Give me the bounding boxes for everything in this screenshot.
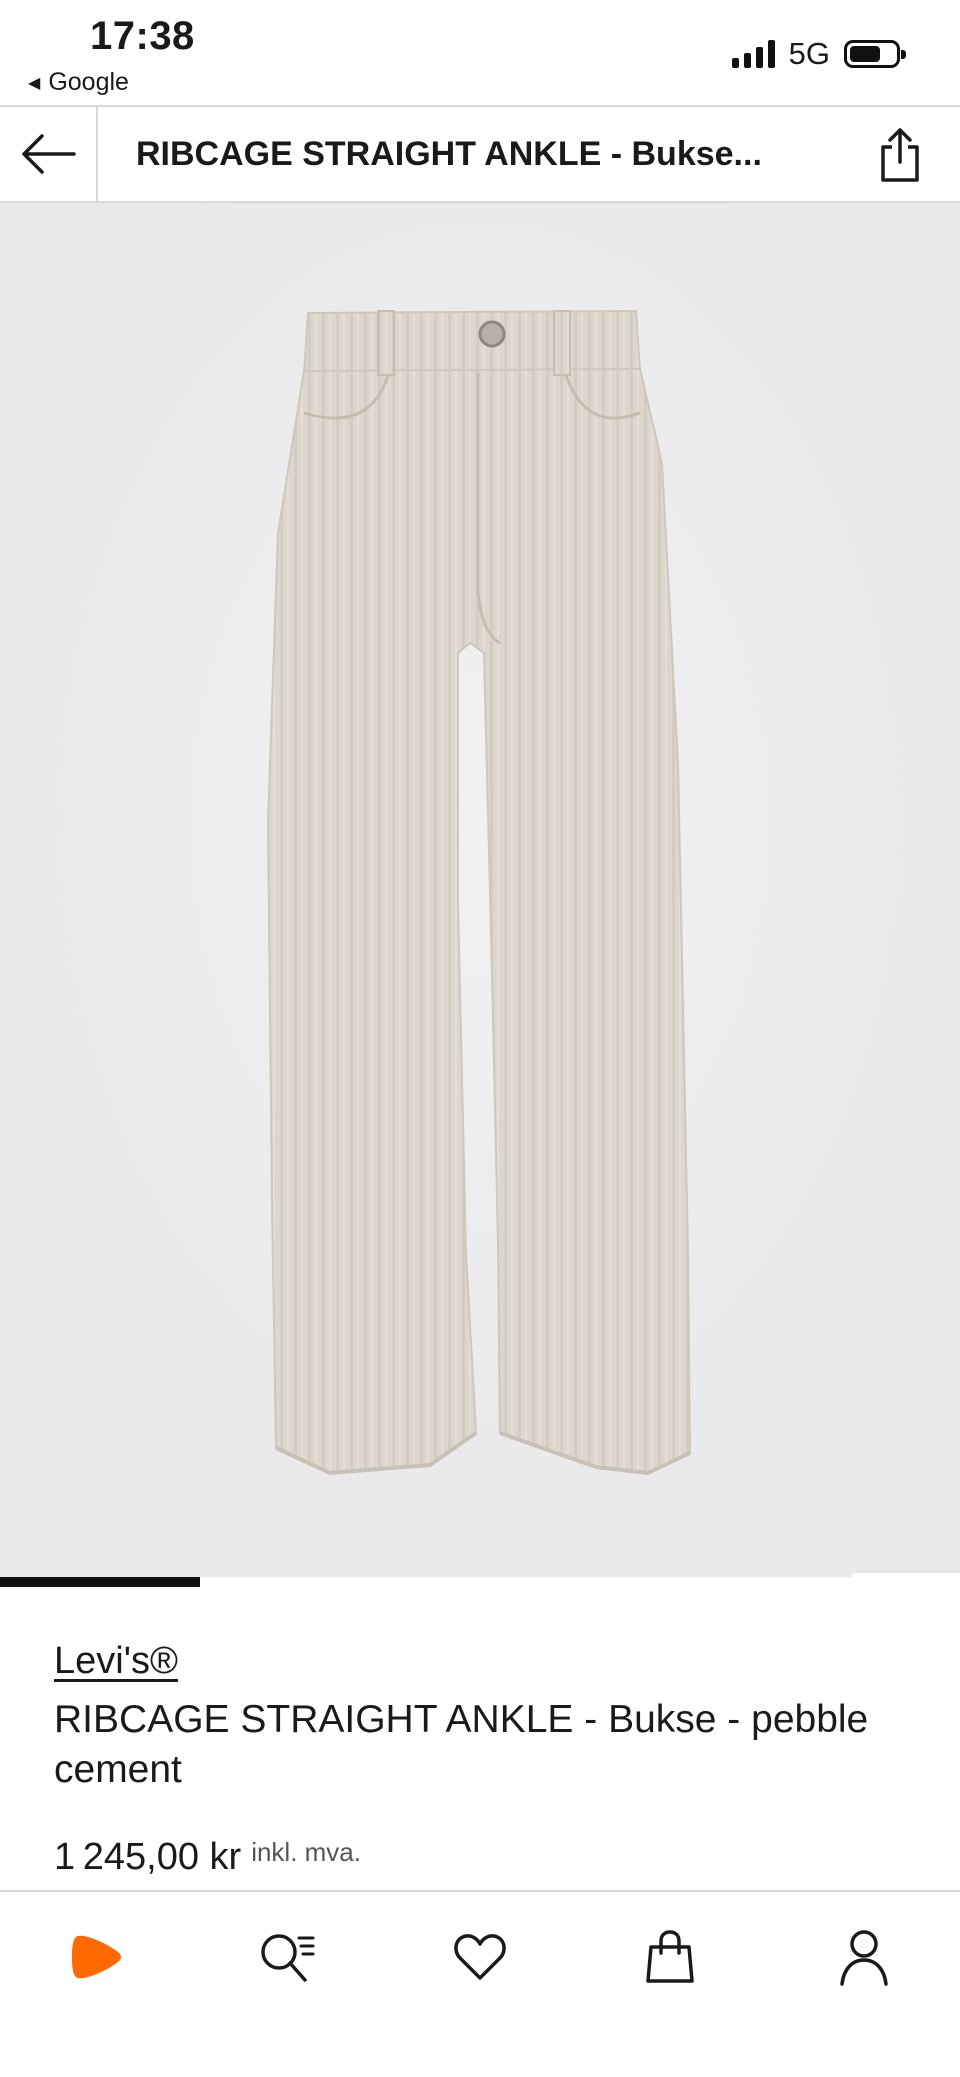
shopping-bag-icon xyxy=(646,1930,694,1983)
back-app-label: Google xyxy=(48,68,129,96)
product-name: RIBCAGE STRAIGHT ANKLE - Bukse - pebble … xyxy=(54,1698,869,1791)
product-image[interactable] xyxy=(0,203,960,1577)
back-button[interactable] xyxy=(0,107,98,201)
bottom-navigation xyxy=(0,1890,960,2077)
network-type: 5G xyxy=(788,36,830,71)
share-icon xyxy=(881,128,919,182)
page-title: RIBCAGE STRAIGHT ANKLE - Bukse... xyxy=(136,135,762,173)
brand-link[interactable]: Levi's® xyxy=(54,1640,178,1683)
status-bar: 17:38 ◀ Google 5G xyxy=(0,0,960,105)
back-triangle-icon: ◀ xyxy=(28,74,41,92)
back-to-app-link[interactable]: ◀ Google xyxy=(28,68,129,97)
heart-icon xyxy=(454,1934,506,1980)
nav-bag[interactable] xyxy=(610,1912,730,2002)
side-action-panel xyxy=(852,1573,960,1577)
price-row: 1 245,00 kr inkl. mva. xyxy=(54,1836,361,1879)
notify-button[interactable] xyxy=(852,1573,960,1577)
zalando-logo-icon xyxy=(72,1935,121,1979)
arrow-left-icon xyxy=(22,134,76,174)
nav-wishlist[interactable] xyxy=(420,1912,540,2002)
nav-home[interactable] xyxy=(36,1912,156,2002)
signal-icon xyxy=(731,40,775,68)
status-indicators: 5G xyxy=(731,36,906,72)
vat-note: inkl. mva. xyxy=(251,1837,361,1867)
user-icon xyxy=(840,1930,888,1986)
battery-icon xyxy=(844,40,906,68)
status-time: 17:38 xyxy=(90,14,195,58)
nav-search[interactable] xyxy=(226,1912,346,2002)
nav-account[interactable] xyxy=(804,1912,924,2002)
product-price: 1 245,00 kr xyxy=(54,1836,242,1878)
product-header: RIBCAGE STRAIGHT ANKLE - Bukse... xyxy=(0,105,960,203)
image-carousel-progress xyxy=(0,1577,200,1587)
share-button[interactable] xyxy=(870,125,930,185)
product-photo-pants xyxy=(0,203,960,1577)
search-list-icon xyxy=(261,1934,315,1982)
